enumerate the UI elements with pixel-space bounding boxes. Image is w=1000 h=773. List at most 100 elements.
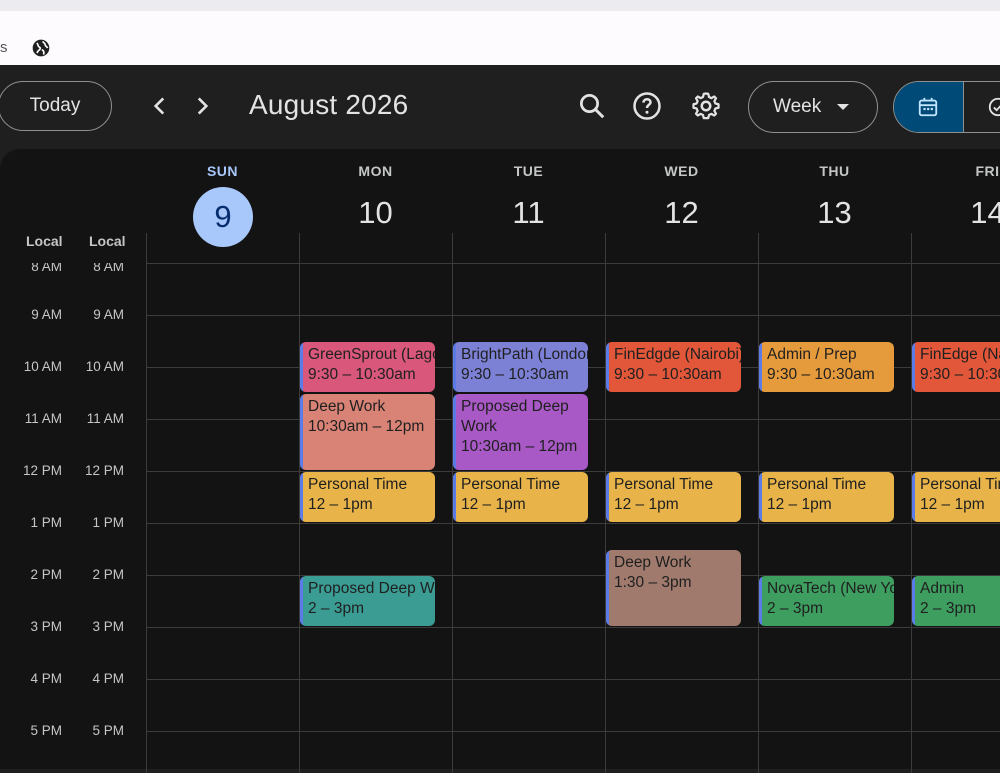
event-chip[interactable]: FinEdge (Nairobi)9:30 – 10:30am [912,342,1000,392]
event-title: FinEdgde (Nairobi) [614,345,741,365]
event-chip[interactable]: Personal Time12 – 1pm [300,472,435,522]
time-label: 10 AM [64,359,124,374]
week-grid: Local Local SUN 9 MON 10TUE 11WED 12THU 13FRI 1… [0,149,1000,769]
event-title: Personal Time [308,475,435,495]
event-time: 2 – 3pm [767,599,894,619]
event-time: 12 – 1pm [767,495,894,515]
day-name: SUN [146,163,299,179]
chevron-left-icon[interactable] [147,93,173,119]
event-time: 9:30 – 10:30am [461,365,588,385]
calendar-app: Today August 2026 Week [0,65,1000,750]
calendar-icon [917,96,939,118]
time-label: 8 AM [2,259,62,274]
event-time: 10:30am – 12pm [461,437,588,457]
time-label: 3 PM [2,619,62,634]
gear-icon[interactable] [691,91,721,121]
event-title: FinEdge (Nairobi) [920,345,1000,365]
hour-gridline [146,731,1000,732]
hour-gridline [146,679,1000,680]
view-select-button[interactable]: Week [748,81,878,133]
day-number[interactable]: 12 [605,195,758,231]
event-title: BrightPath (London) [461,345,588,365]
time-label: 12 PM [64,463,124,478]
day-name: MON [299,163,452,179]
event-title: Admin / Prep [767,345,894,365]
event-chip[interactable]: GreenSprout (Lagos)9:30 – 10:30am [300,342,435,392]
calendar-view-toggle[interactable] [894,82,963,132]
day-number[interactable]: 11 [452,195,605,231]
day-number[interactable]: 13 [758,195,911,231]
browser-address-bar[interactable]: s [0,11,1000,65]
event-chip[interactable]: Proposed Deep Work2 – 3pm [300,576,435,626]
event-title: GreenSprout (Lagos) [308,345,435,365]
event-chip[interactable]: Personal Time12 – 1pm [606,472,741,522]
tasks-view-toggle[interactable] [963,82,1000,132]
hour-gridline [146,523,1000,524]
event-time: 12 – 1pm [461,495,588,515]
event-chip[interactable]: Personal Time12 – 1pm [912,472,1000,522]
event-title: Personal Time [461,475,588,495]
event-title: Personal Time [614,475,741,495]
page-title: August 2026 [249,89,408,121]
event-chip[interactable]: NovaTech (New York)2 – 3pm [759,576,894,626]
event-time: 9:30 – 10:30am [767,365,894,385]
event-chip[interactable]: Deep Work10:30am – 12pm [300,394,435,470]
event-chip[interactable]: Admin / Prep9:30 – 10:30am [759,342,894,392]
today-button[interactable]: Today [0,81,112,131]
event-chip[interactable]: Admin2 – 3pm [912,576,1000,626]
time-label: 5 PM [2,723,62,738]
event-time: 9:30 – 10:30am [308,365,435,385]
time-label: 4 PM [64,671,124,686]
view-select-label: Week [773,96,821,118]
day-number[interactable]: 10 [299,195,452,231]
time-label: 4 PM [2,671,62,686]
event-chip[interactable]: BrightPath (London)9:30 – 10:30am [453,342,588,392]
time-label: 2 PM [64,567,124,582]
day-name: TUE [452,163,605,179]
day-name: FRI [911,163,1000,179]
hour-gridline [146,627,1000,628]
search-icon[interactable] [577,91,607,121]
time-label: 1 PM [64,515,124,530]
event-title: Personal Time [767,475,894,495]
chevron-right-icon[interactable] [189,93,215,119]
event-time: 12 – 1pm [308,495,435,515]
time-label: 1 PM [2,515,62,530]
time-label: 11 AM [64,411,124,426]
event-title: Proposed Deep Work [308,579,435,599]
time-label: 9 AM [64,307,124,322]
timezone-label-primary: Local [26,233,63,249]
event-chip[interactable]: Proposed Deep Work10:30am – 12pm [453,394,588,470]
globe-icon[interactable] [31,38,51,58]
event-time: 9:30 – 10:30am [614,365,741,385]
event-chip[interactable]: Personal Time12 – 1pm [759,472,894,522]
caret-down-icon [837,104,849,110]
day-name: THU [758,163,911,179]
time-label: 9 AM [2,307,62,322]
event-chip[interactable]: Deep Work1:30 – 3pm [606,550,741,626]
event-time: 12 – 1pm [614,495,741,515]
column-divider [146,233,147,773]
time-label: 10 AM [2,359,62,374]
help-icon[interactable] [632,91,662,121]
day-name: WED [605,163,758,179]
browser-tabstrip [0,0,1000,11]
event-chip[interactable]: FinEdgde (Nairobi)9:30 – 10:30am [606,342,741,392]
event-time: 12 – 1pm [920,495,1000,515]
event-title: Admin [920,579,1000,599]
task-check-icon [987,96,1000,118]
event-title: Deep Work [614,553,741,573]
hour-gridline [146,315,1000,316]
time-label: 12 PM [2,463,62,478]
event-time: 2 – 3pm [920,599,1000,619]
day-number[interactable]: 14 [911,195,1000,231]
today-date-circle[interactable]: 9 [193,187,253,247]
event-title: Personal Time [920,475,1000,495]
time-label: 11 AM [2,411,62,426]
url-fragment: s [0,39,8,56]
hour-gridline [146,263,1000,264]
time-label: 5 PM [64,723,124,738]
event-chip[interactable]: Personal Time12 – 1pm [453,472,588,522]
event-time: 2 – 3pm [308,599,435,619]
timezone-label-secondary: Local [89,233,126,249]
